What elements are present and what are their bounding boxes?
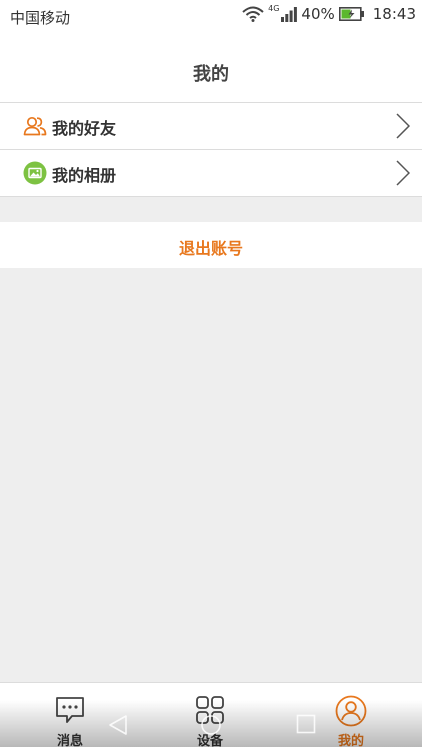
friends-icon xyxy=(23,114,47,138)
carrier-name: 中国移动 xyxy=(10,9,71,27)
clock: 18:43 xyxy=(372,5,416,23)
signal-icon xyxy=(281,6,298,22)
chevron-right-icon xyxy=(396,113,411,143)
nav-recents-icon[interactable] xyxy=(296,714,316,738)
wifi-icon xyxy=(242,6,264,22)
logout-label: 退出账号 xyxy=(178,239,243,258)
menu-item-label: 我的好友 xyxy=(52,119,117,138)
menu-list: 我的好友 我的相册 xyxy=(0,103,422,197)
status-bar: 中国移动 4G 40% 18:43 xyxy=(0,0,422,34)
status-indicators: 4G 40% 18:43 xyxy=(242,3,416,23)
menu-item-label: 我的相册 xyxy=(52,166,117,185)
logout-button[interactable]: 退出账号 xyxy=(0,222,422,268)
app-screen: 中国移动 4G 40% 18:43 我的 我的好友 我的相册 退出账号 消息 设… xyxy=(0,0,422,747)
profile-icon xyxy=(335,695,367,731)
page-title: 我的 xyxy=(193,64,229,85)
nav-home-icon[interactable] xyxy=(200,714,222,740)
menu-item-album[interactable]: 我的相册 xyxy=(0,150,422,197)
nav-back-icon[interactable] xyxy=(108,714,128,740)
message-icon xyxy=(55,695,85,729)
chevron-right-icon xyxy=(396,160,411,190)
network-type: 4G xyxy=(268,3,280,13)
battery-percent: 40% xyxy=(301,5,335,23)
menu-item-friends[interactable]: 我的好友 xyxy=(0,103,422,150)
battery-charging-icon xyxy=(338,7,365,21)
photo-album-icon xyxy=(23,161,47,185)
title-bar: 我的 xyxy=(0,34,422,103)
